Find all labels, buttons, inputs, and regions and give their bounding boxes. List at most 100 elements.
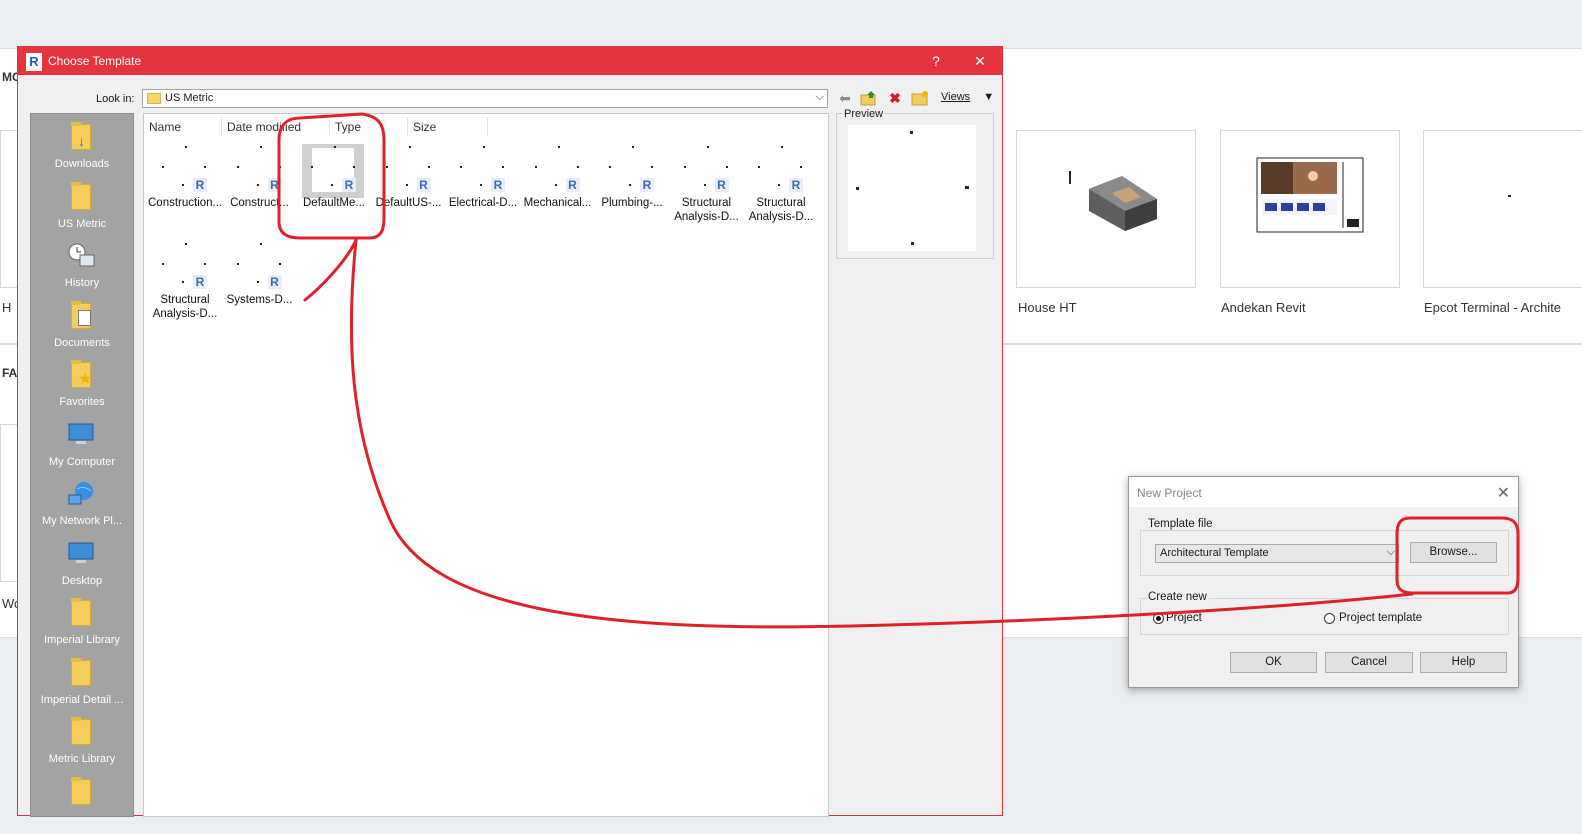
file-name: DefaultUS-... xyxy=(375,197,442,209)
file-list[interactable]: Name Date modified Type Size R Constructi… xyxy=(143,113,829,817)
up-folder-icon[interactable] xyxy=(860,89,878,107)
thumbnail-mark xyxy=(725,166,728,168)
places-item[interactable] xyxy=(31,775,133,834)
template-select[interactable]: Architectural Template ⌵ xyxy=(1155,544,1399,563)
places-item[interactable]: My Computer xyxy=(31,418,133,477)
template-file-item[interactable]: R Electrical-D... xyxy=(446,140,520,226)
look-in-label: Look in: xyxy=(96,93,135,105)
recent-project-thumbnail-left[interactable] xyxy=(0,130,18,288)
places-item[interactable]: Metric Library xyxy=(31,715,133,774)
radio-button[interactable] xyxy=(1324,613,1335,624)
recent-family-thumbnail[interactable] xyxy=(0,424,18,582)
places-item[interactable]: My Network Pl... xyxy=(31,477,133,536)
revit-template-icon: R xyxy=(267,275,282,289)
thumbnail-mark xyxy=(278,263,281,265)
template-file-item[interactable]: R Structural Analysis-D... xyxy=(670,140,744,226)
template-file-item[interactable]: R DefaultUS-... xyxy=(372,140,446,226)
revit-template-icon: R xyxy=(491,178,505,192)
radio-project-label: Project xyxy=(1166,612,1202,624)
places-item[interactable]: Imperial Library xyxy=(31,596,133,655)
recent-project-thumbnail-house[interactable] xyxy=(1016,130,1196,288)
file-name: Structural Analysis-D... xyxy=(748,197,814,223)
start-page-topbar xyxy=(0,0,1582,48)
revit-template-icon: R xyxy=(193,275,207,289)
recent-project-label-house[interactable]: House HT xyxy=(1018,300,1077,315)
new-project-dialog: New Project ✕ Template file Architectura… xyxy=(1128,476,1519,688)
template-file-item[interactable]: R DefaultMe... xyxy=(297,140,371,226)
cancel-button[interactable]: Cancel xyxy=(1325,652,1413,673)
browse-button[interactable]: Browse... xyxy=(1410,542,1497,563)
close-icon[interactable]: ✕ xyxy=(1497,483,1510,503)
look-in-dropdown[interactable]: US Metric ⌵ xyxy=(142,89,828,108)
thumbnail-mark xyxy=(162,263,164,265)
chevron-down-icon: ⌵ xyxy=(815,91,824,103)
places-item-label: Imperial Library xyxy=(44,634,120,646)
folder-icon xyxy=(71,657,91,686)
preview-mark xyxy=(965,186,969,189)
file-name: Mechanical... xyxy=(523,197,592,209)
new-project-titlebar[interactable]: New Project ✕ xyxy=(1129,477,1518,507)
network-icon xyxy=(68,481,93,507)
thumbnail-mark xyxy=(182,281,184,283)
thumbnail-mark xyxy=(405,184,408,186)
thumbnail-mark xyxy=(683,166,686,168)
file-name: Electrical-D... xyxy=(448,197,518,209)
dropdown-arrow-icon: ▼ xyxy=(983,91,995,103)
template-file-item[interactable]: R Plumbing-... xyxy=(595,140,669,226)
choose-template-titlebar[interactable]: R Choose Template ? ✕ xyxy=(18,47,1002,75)
views-label: Views xyxy=(941,91,971,103)
history-icon xyxy=(68,243,95,269)
template-file-item[interactable]: R Structural Analysis-D... xyxy=(744,140,818,226)
places-item-label: My Computer xyxy=(48,455,116,468)
thumbnail-mark xyxy=(557,146,560,148)
file-name: Structural Analysis-D... xyxy=(674,197,739,223)
places-item[interactable]: History xyxy=(31,239,133,298)
recent-project-label-epcot[interactable]: Epcot Terminal - Archite xyxy=(1424,300,1561,315)
thumbnail-mark xyxy=(385,166,388,168)
file-name: Construct... xyxy=(230,197,289,209)
places-item[interactable]: Desktop xyxy=(31,537,133,596)
file-name: Construction... xyxy=(148,197,222,209)
preview-mark xyxy=(910,131,913,134)
house-model-image xyxy=(1069,171,1157,231)
recent-project-label-andekan[interactable]: Andekan Revit xyxy=(1221,300,1306,315)
recent-project-thumbnail-epcot[interactable] xyxy=(1423,130,1582,288)
column-header-size[interactable]: Size xyxy=(408,118,488,136)
help-button[interactable]: Help xyxy=(1420,652,1507,673)
template-file-item[interactable]: R Construct... xyxy=(223,140,297,226)
thumbnail-mark xyxy=(483,146,485,148)
column-header-date-modified[interactable]: Date modified xyxy=(222,118,330,136)
downloads-folder-icon: ↓ xyxy=(71,122,91,150)
new-folder-icon[interactable] xyxy=(911,89,929,107)
delete-icon[interactable]: ✖ xyxy=(886,89,904,107)
column-header-type[interactable]: Type xyxy=(330,118,408,136)
folder-icon xyxy=(71,181,91,210)
favorites-icon: ★ xyxy=(71,360,92,388)
thumbnail-mark xyxy=(185,146,187,148)
close-button[interactable]: ✕ xyxy=(962,47,998,75)
column-header-name[interactable]: Name xyxy=(144,118,222,136)
new-project-title: New Project xyxy=(1137,486,1202,500)
thumbnail-mark xyxy=(259,146,262,148)
views-menu-button[interactable]: Views ▼ xyxy=(941,91,994,103)
places-item[interactable]: ↓ Downloads xyxy=(31,120,133,179)
template-file-item[interactable]: R Construction... xyxy=(148,140,222,226)
template-file-item[interactable]: R Systems-D... xyxy=(223,237,297,323)
help-button[interactable]: ? xyxy=(918,47,954,75)
thumbnail-mark xyxy=(534,166,537,168)
places-item[interactable]: US Metric xyxy=(31,180,133,239)
ok-button[interactable]: OK xyxy=(1230,652,1317,673)
thumbnail-mark xyxy=(629,184,631,186)
places-item-label: History xyxy=(64,277,100,289)
places-item[interactable]: Documents xyxy=(31,299,133,358)
places-item[interactable]: ★ Favorites xyxy=(31,358,133,417)
template-file-item[interactable]: R Mechanical... xyxy=(521,140,595,226)
back-arrow-icon[interactable]: ⬅ xyxy=(836,89,854,107)
template-file-item[interactable]: R Structural Analysis-D... xyxy=(148,237,222,323)
thumbnail-mark xyxy=(236,263,239,265)
recent-project-thumbnail-andekan[interactable] xyxy=(1220,130,1400,288)
revit-template-icon: R xyxy=(565,178,580,192)
radio-button-selected[interactable] xyxy=(1153,613,1164,624)
places-item[interactable]: Imperial Detail ... xyxy=(31,656,133,715)
andekan-sheet-image xyxy=(1256,157,1364,233)
